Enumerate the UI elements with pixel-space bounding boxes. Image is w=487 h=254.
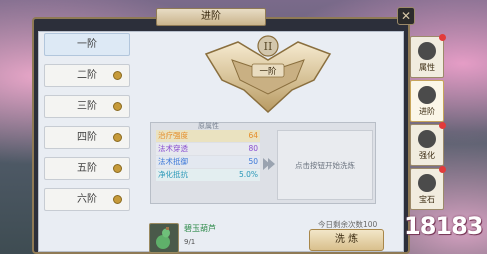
attribute-name: 法术穿透 bbox=[158, 144, 188, 153]
attributes-icon bbox=[418, 42, 436, 60]
tier-label: 六阶 bbox=[77, 194, 97, 205]
tier-label: 三阶 bbox=[77, 101, 97, 112]
refine-result-box: 点击按钮开始洗炼 bbox=[277, 130, 373, 200]
tier-item-4[interactable]: 四阶 bbox=[44, 126, 130, 149]
notification-dot-icon bbox=[439, 34, 446, 41]
emblem-number: II bbox=[264, 40, 273, 53]
dialog-title: 进阶 bbox=[156, 8, 266, 26]
tab-gem[interactable]: 宝石 bbox=[410, 166, 446, 210]
tab-attributes[interactable]: 属性 bbox=[410, 34, 446, 78]
advance-icon bbox=[418, 86, 436, 104]
item-name: 碧玉葫芦 bbox=[184, 224, 216, 233]
notification-dot-icon bbox=[439, 166, 446, 173]
enhance-icon bbox=[418, 130, 436, 148]
tier-item-6[interactable]: 六阶 bbox=[44, 188, 130, 211]
item-count: 9/1 bbox=[184, 238, 196, 246]
attribute-row: 治疗强度 64 bbox=[156, 130, 260, 142]
tier-label: 五阶 bbox=[77, 163, 97, 174]
tier-item-3[interactable]: 三阶 bbox=[44, 95, 130, 118]
close-button[interactable]: ✕ bbox=[397, 7, 415, 25]
attribute-name: 治疗强度 bbox=[158, 131, 188, 140]
gourd-item-icon[interactable] bbox=[149, 223, 179, 253]
lock-icon bbox=[113, 133, 122, 142]
attribute-value: 5.0% bbox=[238, 170, 258, 179]
watermark-logo: 18183 bbox=[404, 212, 484, 240]
gem-icon bbox=[418, 174, 436, 192]
attribute-row: 净化抵抗 5.0% bbox=[156, 169, 260, 181]
refine-button[interactable]: 洗 炼 bbox=[309, 229, 384, 251]
attribute-name: 净化抵抗 bbox=[158, 170, 188, 179]
attribute-value: 80 bbox=[248, 144, 258, 153]
tab-label: 进阶 bbox=[419, 107, 435, 116]
tier-list: 一阶 二阶 三阶 四阶 五阶 六阶 bbox=[44, 33, 130, 219]
tab-enhance[interactable]: 强化 bbox=[410, 122, 446, 166]
tier-item-2[interactable]: 二阶 bbox=[44, 64, 130, 87]
lock-icon bbox=[113, 195, 122, 204]
tier-label: 二阶 bbox=[77, 70, 97, 81]
tier-label: 一阶 bbox=[77, 39, 97, 50]
emblem-label: 一阶 bbox=[259, 66, 277, 77]
lock-icon bbox=[113, 71, 122, 80]
tab-advance[interactable]: 进阶 bbox=[410, 80, 444, 122]
attribute-row: 法术穿透 80 bbox=[156, 143, 260, 155]
tab-label: 强化 bbox=[419, 151, 435, 160]
notification-dot-icon bbox=[439, 122, 446, 129]
attribute-table: 治疗强度 64 法术穿透 80 法术抵御 50 净化抵抗 5.0% bbox=[156, 130, 260, 182]
tab-label: 属性 bbox=[419, 63, 435, 72]
lock-icon bbox=[113, 164, 122, 173]
attribute-value: 50 bbox=[248, 157, 258, 166]
attribute-name: 法术抵御 bbox=[158, 157, 188, 166]
arrow-right-icon bbox=[268, 158, 275, 170]
attribute-row: 法术抵御 50 bbox=[156, 156, 260, 168]
lock-icon bbox=[113, 102, 122, 111]
tier-item-1[interactable]: 一阶 bbox=[44, 33, 130, 56]
tier-emblem-icon: II 一阶 bbox=[204, 35, 332, 114]
attribute-value: 64 bbox=[248, 131, 258, 140]
tab-label: 宝石 bbox=[419, 195, 435, 204]
tier-label: 四阶 bbox=[77, 132, 97, 143]
tier-item-5[interactable]: 五阶 bbox=[44, 157, 130, 180]
